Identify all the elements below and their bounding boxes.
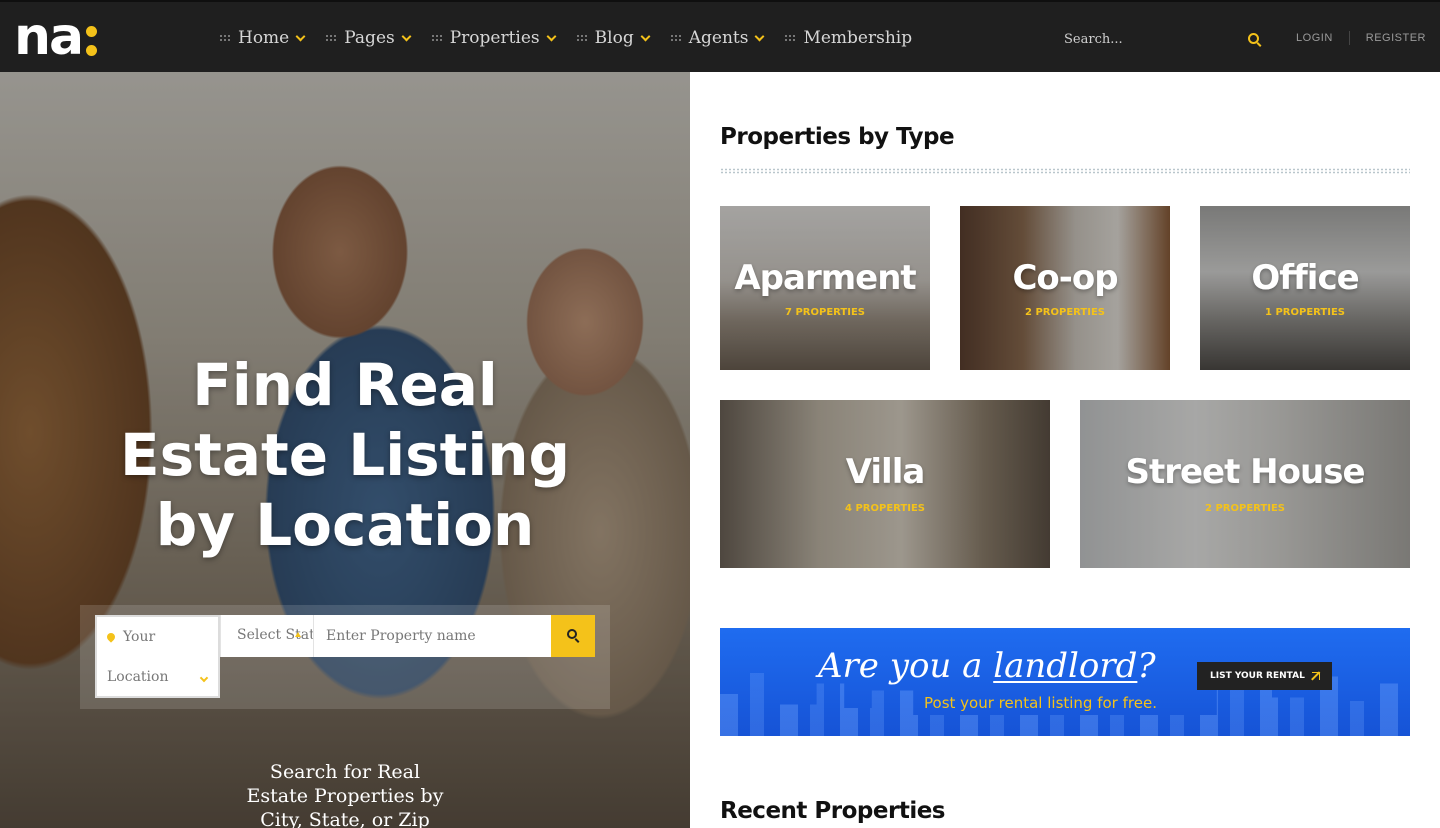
location-select[interactable]: Your Location xyxy=(95,615,220,698)
tile-name: Office xyxy=(1251,258,1359,298)
grip-icon xyxy=(326,35,337,41)
chevron-down-icon xyxy=(199,673,209,683)
state-select-label: Select State xyxy=(237,627,313,643)
chevron-down-icon xyxy=(640,31,651,41)
nav-label: Home xyxy=(238,28,290,48)
property-type-tile-street-house[interactable]: Street House 2 PROPERTIES xyxy=(1080,400,1410,568)
grip-icon xyxy=(220,35,230,41)
property-type-tile-office[interactable]: Office 1 PROPERTIES xyxy=(1200,206,1410,370)
hero-subtitle: Search for Real Estate Properties by Cit… xyxy=(246,761,444,828)
location-label-line2: Location xyxy=(107,669,169,685)
nav-label: Properties xyxy=(449,28,540,48)
banner-heading-post: ? xyxy=(1137,646,1156,686)
nav-label: Membership xyxy=(803,28,913,48)
login-link[interactable]: LOGIN xyxy=(1296,32,1333,44)
property-type-tile-apartment[interactable]: Aparment 7 PROPERTIES xyxy=(720,206,930,370)
nav-item-agents[interactable]: Agents xyxy=(670,28,765,48)
nav-item-pages[interactable]: Pages xyxy=(326,28,412,48)
map-pin-icon xyxy=(105,631,117,643)
property-type-tile-villa[interactable]: Villa 4 PROPERTIES xyxy=(720,400,1050,568)
state-select[interactable]: Select State xyxy=(220,615,314,657)
header-search xyxy=(1064,26,1264,52)
search-icon xyxy=(567,629,577,639)
list-rental-button[interactable]: LIST YOUR RENTAL xyxy=(1197,662,1332,690)
site-logo[interactable]: na xyxy=(14,7,98,67)
grip-icon xyxy=(785,35,796,41)
grip-icon xyxy=(431,35,442,41)
logo-text: na xyxy=(14,7,84,67)
landlord-banner[interactable]: Are you a landlord? Post your rental lis… xyxy=(720,628,1410,736)
nav-item-blog[interactable]: Blog xyxy=(576,28,651,48)
tile-count: 2 PROPERTIES xyxy=(1205,503,1285,514)
search-icon[interactable] xyxy=(1248,33,1259,44)
arrow-up-right-icon xyxy=(1312,672,1320,680)
location-label-line1: Your xyxy=(123,629,156,645)
banner-heading-word: landlord xyxy=(993,646,1138,686)
nav-label: Pages xyxy=(344,28,395,48)
tile-name: Aparment xyxy=(734,258,916,298)
banner-heading-pre: Are you a xyxy=(818,646,994,686)
auth-links: LOGIN REGISTER xyxy=(1296,31,1426,45)
tile-count: 4 PROPERTIES xyxy=(845,503,925,514)
search-input[interactable] xyxy=(1064,26,1234,52)
tile-name: Villa xyxy=(845,452,926,492)
chevron-down-icon xyxy=(755,31,765,41)
caret-up-icon xyxy=(295,632,301,637)
logo-colon-icon xyxy=(86,26,98,56)
nav-item-home[interactable]: Home xyxy=(220,28,306,48)
nav-item-properties[interactable]: Properties xyxy=(431,28,557,48)
dotted-divider xyxy=(720,168,1410,174)
register-link[interactable]: REGISTER xyxy=(1366,32,1426,44)
banner-heading: Are you a landlord? xyxy=(818,646,1156,686)
chevron-down-icon xyxy=(546,31,557,41)
recent-section-title: Recent Properties xyxy=(720,798,946,824)
property-search-form: Your Location Select State xyxy=(80,605,610,709)
grip-icon xyxy=(576,35,587,41)
grip-icon xyxy=(670,35,681,41)
chevron-down-icon xyxy=(401,31,412,41)
nav-item-membership[interactable]: Membership xyxy=(785,28,912,48)
banner-subtext: Post your rental listing for free. xyxy=(924,694,1157,712)
search-submit-button[interactable] xyxy=(551,615,595,657)
top-navigation-bar: na Home Pages Properties Blog Agents Mem… xyxy=(0,0,1440,72)
main-nav: Home Pages Properties Blog Agents Member… xyxy=(220,2,934,74)
tile-count: 2 PROPERTIES xyxy=(1025,307,1105,318)
hero-section: Find Real Estate Listing by Location You… xyxy=(0,72,690,828)
tile-count: 7 PROPERTIES xyxy=(785,307,865,318)
tile-count: 1 PROPERTIES xyxy=(1265,307,1345,318)
tile-name: Co-op xyxy=(1012,258,1118,298)
types-section-title: Properties by Type xyxy=(720,124,955,150)
nav-label: Blog xyxy=(594,28,634,48)
divider xyxy=(1348,31,1350,45)
tile-name: Street House xyxy=(1125,452,1365,492)
property-type-tile-coop[interactable]: Co-op 2 PROPERTIES xyxy=(960,206,1170,370)
property-name-input[interactable] xyxy=(314,615,551,657)
nav-label: Agents xyxy=(688,28,749,48)
hero-title: Find Real Estate Listing by Location xyxy=(119,351,571,559)
list-rental-label: LIST YOUR RENTAL xyxy=(1210,671,1305,681)
chevron-down-icon xyxy=(295,31,306,41)
